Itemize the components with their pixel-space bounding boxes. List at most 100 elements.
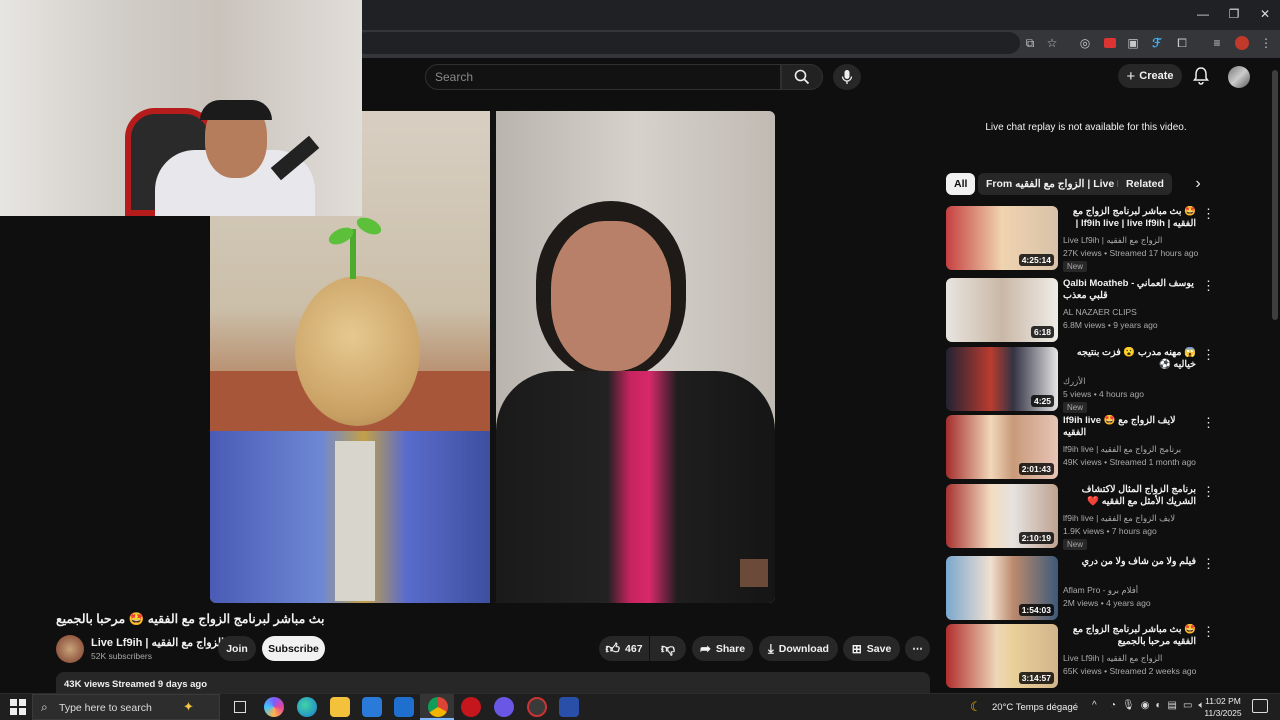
- recommendation-title[interactable]: برنامج الزواج المثال لاكتشاف الشريك الأم…: [1063, 484, 1196, 508]
- share-button[interactable]: ➦ Share: [692, 636, 753, 661]
- address-bar[interactable]: [355, 32, 1020, 54]
- outlook-icon[interactable]: [394, 697, 414, 717]
- subscribe-button[interactable]: Subscribe: [262, 636, 325, 661]
- video-thumbnail[interactable]: 2:01:43: [946, 415, 1058, 479]
- channel-name[interactable]: Live Lf9ih | الزواج مع الفقيه: [91, 636, 224, 649]
- recommendation-channel[interactable]: AL NAZAER CLIPS: [1063, 307, 1203, 317]
- profile-icon[interactable]: [1232, 33, 1252, 53]
- reading-list-icon[interactable]: ≡: [1207, 33, 1227, 53]
- video-thumbnail[interactable]: 3:14:57: [946, 624, 1058, 688]
- video-thumbnail[interactable]: 2:10:19: [946, 484, 1058, 548]
- app-blue-icon[interactable]: [559, 697, 579, 717]
- more-vertical-icon[interactable]: ⋮: [1202, 207, 1215, 222]
- video-thumbnail[interactable]: 6:18: [946, 278, 1058, 342]
- clock-date[interactable]: 11/3/2025: [1200, 708, 1246, 718]
- tray-chevron-icon[interactable]: ^: [1092, 700, 1097, 711]
- more-vertical-icon[interactable]: ⋮: [1202, 416, 1215, 431]
- scrollbar-thumb[interactable]: [1272, 70, 1278, 320]
- extensions-puzzle-icon[interactable]: ⧠: [1172, 33, 1192, 53]
- notifications-bell-icon[interactable]: [1191, 66, 1211, 86]
- video-duration: 4:25: [1030, 395, 1054, 407]
- recommendation-item[interactable]: 4:25 😱 مهنه مدرب 😮 فزت بنتيجه خياليه ⚽ الأ…: [946, 347, 1266, 413]
- more-vertical-icon[interactable]: ⋮: [1202, 485, 1215, 500]
- store-icon[interactable]: [362, 697, 382, 717]
- recommendation-item[interactable]: 3:14:57 🤩 بث مباشر لبرنامج الزواج مع الفق…: [946, 624, 1266, 690]
- recommendation-item[interactable]: 4:25:14 🤩 بث مباشر لبرنامج الزواج مع الفق…: [946, 206, 1266, 272]
- video-thumbnail[interactable]: 1:54:03: [946, 556, 1058, 620]
- obs-icon[interactable]: [527, 697, 547, 717]
- recommendation-title[interactable]: فيلم ولا من شاف ولا من دري: [1063, 556, 1196, 568]
- video-duration: 6:18: [1030, 326, 1054, 338]
- recommendation-item[interactable]: 6:18 Qalbi Moatheb يوسف العماني - قلبي مع…: [946, 278, 1266, 344]
- filter-chip-related[interactable]: Related: [1118, 173, 1172, 195]
- recommendation-channel[interactable]: lf9ih live | برنامج الزواج مع الفقيه: [1063, 444, 1203, 455]
- video-duration: 2:01:43: [1018, 463, 1054, 475]
- task-view-icon[interactable]: [230, 697, 250, 717]
- recommendation-title[interactable]: Qalbi Moatheb يوسف العماني - قلبي معذب: [1063, 278, 1196, 302]
- recommendation-title[interactable]: 😱 مهنه مدرب 😮 فزت بنتيجه خياليه ⚽: [1063, 347, 1196, 371]
- minimize-icon[interactable]: —: [1186, 0, 1220, 28]
- recommendation-item[interactable]: 1:54:03 فيلم ولا من شاف ولا من دري Aflam P…: [946, 556, 1266, 622]
- save-button[interactable]: ⊞ Save: [843, 636, 900, 661]
- edge-icon[interactable]: [297, 697, 317, 717]
- clock-time[interactable]: 11:02 PM: [1200, 696, 1246, 706]
- file-explorer-icon[interactable]: [330, 697, 350, 717]
- app-red-icon[interactable]: [461, 697, 481, 717]
- microphone-icon[interactable]: 🎙︎: [1122, 700, 1135, 714]
- recommendation-channel[interactable]: Aflam Pro - أفلام برو: [1063, 585, 1203, 596]
- recommendation-item[interactable]: 2:10:19 برنامج الزواج المثال لاكتشاف الشر…: [946, 484, 1266, 550]
- join-button[interactable]: Join: [218, 636, 256, 661]
- search-icon: [794, 69, 810, 85]
- more-vertical-icon[interactable]: ⋮: [1202, 625, 1215, 640]
- copilot-icon[interactable]: [264, 697, 284, 717]
- recommendation-item[interactable]: 2:01:43 lf9ih live 🤩 لايف الزواج مع الفقي…: [946, 415, 1266, 481]
- tray-app-icon[interactable]: ◉: [1141, 700, 1150, 714]
- video-thumbnail[interactable]: 4:25: [946, 347, 1058, 411]
- bookmark-star-icon[interactable]: ☆: [1042, 33, 1062, 53]
- search-button[interactable]: [781, 64, 823, 90]
- notification-center-icon[interactable]: [1252, 699, 1268, 713]
- more-vertical-icon[interactable]: ⋮: [1202, 557, 1215, 572]
- close-icon[interactable]: ✕: [1248, 0, 1280, 28]
- video-duration: 1:54:03: [1018, 604, 1054, 616]
- dislike-button[interactable]: 👎︎: [650, 636, 686, 661]
- recommendation-channel[interactable]: الأزرك: [1063, 376, 1203, 387]
- like-button[interactable]: 👍︎ 467: [599, 636, 649, 661]
- app-purple-icon[interactable]: [494, 697, 514, 717]
- taskbar-search-box[interactable]: ⌕ Type here to search ✦: [32, 694, 220, 720]
- view-count: 43K views: [64, 679, 110, 690]
- more-vertical-icon[interactable]: ⋮: [1202, 279, 1215, 294]
- thumbs-down-icon: 👎︎: [660, 640, 676, 656]
- recommendation-title[interactable]: 🤩 بث مباشر لبرنامج الزواج مع الفقيه | lf…: [1063, 206, 1196, 230]
- extension-box-icon[interactable]: ▣: [1123, 33, 1143, 53]
- recommendation-channel[interactable]: Live Lf9ih | الزواج مع الفقيه: [1063, 235, 1203, 246]
- voice-search-button[interactable]: [833, 64, 861, 90]
- tray-app-icon[interactable]: ◔: [1110, 700, 1116, 714]
- browser-menu-icon[interactable]: ⋮: [1256, 33, 1276, 53]
- restore-icon[interactable]: ❐: [1217, 0, 1251, 28]
- chrome-icon[interactable]: [428, 697, 448, 717]
- search-input[interactable]: Search: [425, 64, 781, 90]
- video-thumbnail[interactable]: 4:25:14: [946, 206, 1058, 270]
- tray-app-icon[interactable]: ▤: [1168, 700, 1177, 714]
- channel-avatar[interactable]: [56, 635, 84, 663]
- create-button[interactable]: + Create: [1118, 64, 1182, 88]
- windows-start-icon[interactable]: [10, 699, 26, 715]
- extension-translate-icon[interactable]: ℱ: [1147, 33, 1167, 53]
- cast-icon[interactable]: ⧉: [1020, 33, 1040, 53]
- filter-chip-all[interactable]: All: [946, 173, 976, 195]
- account-avatar[interactable]: [1228, 66, 1250, 88]
- tray-app-icon[interactable]: ◐: [1155, 700, 1161, 714]
- recommendation-channel[interactable]: lf9ih live | لايف الزواج مع الفقيه: [1063, 513, 1203, 524]
- weather-text[interactable]: 20°C Temps dégagé: [992, 702, 1078, 713]
- recommendation-title[interactable]: 🤩 بث مباشر لبرنامج الزواج مع الفقيه مرحب…: [1063, 624, 1196, 648]
- network-icon[interactable]: ▭: [1183, 700, 1192, 714]
- more-actions-button[interactable]: ⋯: [905, 636, 930, 661]
- chevron-right-icon[interactable]: ›: [1188, 175, 1208, 195]
- download-button[interactable]: ⤓ Download: [759, 636, 838, 661]
- more-vertical-icon[interactable]: ⋮: [1202, 348, 1215, 363]
- recommendation-channel[interactable]: Live Lf9ih | الزواج مع الفقيه: [1063, 653, 1203, 664]
- extension-glasses-icon[interactable]: ◎: [1075, 33, 1095, 53]
- recommendation-title[interactable]: lf9ih live 🤩 لايف الزواج مع الفقيه: [1063, 415, 1196, 439]
- extension-red-icon[interactable]: [1100, 33, 1120, 53]
